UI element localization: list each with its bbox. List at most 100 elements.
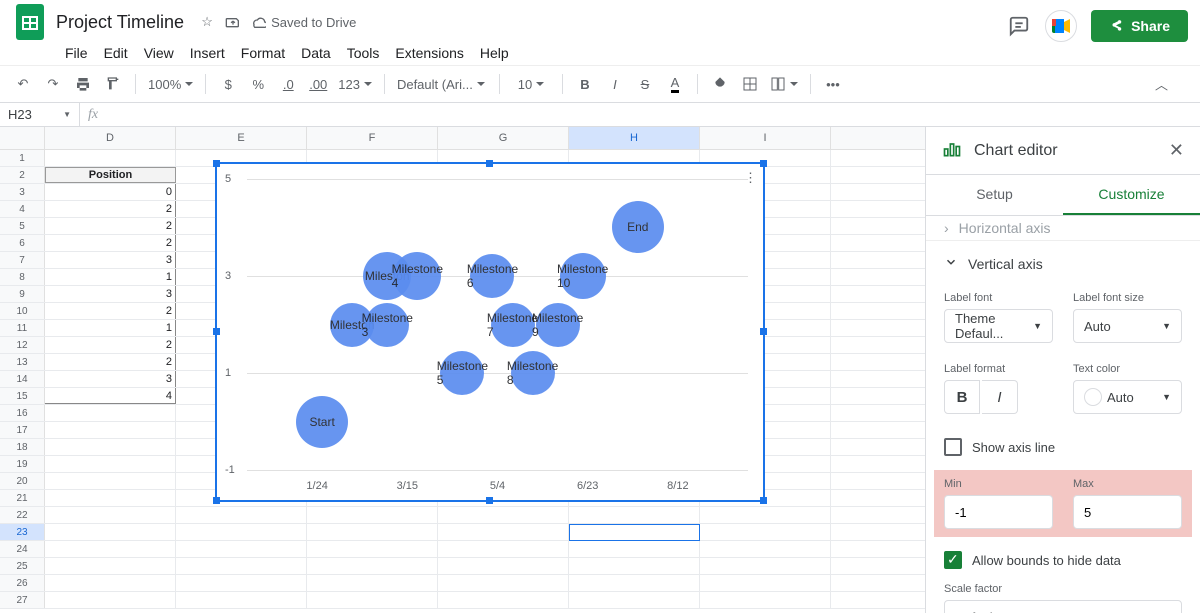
- menu-insert[interactable]: Insert: [183, 42, 232, 64]
- italic-button[interactable]: I: [602, 71, 628, 97]
- star-icon[interactable]: ☆: [198, 13, 216, 31]
- font-select[interactable]: Default (Ari...: [394, 71, 490, 97]
- chart-bubble[interactable]: Milestone 7: [491, 303, 535, 347]
- chart-bubble[interactable]: Milestone 10: [560, 253, 606, 299]
- menu-file[interactable]: File: [58, 42, 95, 64]
- strike-button[interactable]: S: [632, 71, 658, 97]
- cell-D1[interactable]: [45, 150, 176, 166]
- row-header-1[interactable]: 1: [0, 150, 45, 166]
- namebox[interactable]: H23▼: [0, 103, 80, 126]
- cell-D11[interactable]: 1: [45, 320, 176, 336]
- cell-D2[interactable]: Position: [45, 167, 176, 183]
- cell-E25[interactable]: [176, 558, 307, 574]
- cell-H24[interactable]: [569, 541, 700, 557]
- row-header-14[interactable]: 14: [0, 371, 45, 387]
- chart-bubble[interactable]: Milestone 5: [440, 351, 484, 395]
- cell-D20[interactable]: [45, 473, 176, 489]
- cell-D12[interactable]: 2: [45, 337, 176, 353]
- cell-I26[interactable]: [700, 575, 831, 591]
- scale-factor-select[interactable]: Default▼: [944, 600, 1182, 613]
- cell-G27[interactable]: [438, 592, 569, 608]
- cell-D25[interactable]: [45, 558, 176, 574]
- cell-H25[interactable]: [569, 558, 700, 574]
- cell-G25[interactable]: [438, 558, 569, 574]
- row-header-26[interactable]: 26: [0, 575, 45, 591]
- comment-history-icon[interactable]: [1007, 14, 1031, 38]
- cell-E27[interactable]: [176, 592, 307, 608]
- doc-name[interactable]: Project Timeline: [50, 10, 190, 35]
- menu-data[interactable]: Data: [294, 42, 338, 64]
- row-header-12[interactable]: 12: [0, 337, 45, 353]
- close-icon[interactable]: ✕: [1169, 140, 1184, 161]
- cell-F25[interactable]: [307, 558, 438, 574]
- collapse-toolbar-icon[interactable]: ︿: [1155, 75, 1168, 94]
- tab-customize[interactable]: Customize: [1063, 175, 1200, 215]
- row-header-22[interactable]: 22: [0, 507, 45, 523]
- chart-bubble[interactable]: Milestone 8: [511, 351, 555, 395]
- cell-D6[interactable]: 2: [45, 235, 176, 251]
- allow-bounds-checkbox[interactable]: Allow bounds to hide data: [926, 541, 1200, 579]
- meet-icon[interactable]: [1045, 10, 1077, 42]
- row-header-13[interactable]: 13: [0, 354, 45, 370]
- row-header-7[interactable]: 7: [0, 252, 45, 268]
- row-header-9[interactable]: 9: [0, 286, 45, 302]
- redo-button[interactable]: ↷: [40, 71, 66, 97]
- cell-D21[interactable]: [45, 490, 176, 506]
- spreadsheet-grid[interactable]: DEFGHI 12Position30425262738193102111122…: [0, 127, 925, 613]
- cell-E24[interactable]: [176, 541, 307, 557]
- cell-D3[interactable]: 0: [45, 184, 176, 200]
- cell-D26[interactable]: [45, 575, 176, 591]
- cell-I24[interactable]: [700, 541, 831, 557]
- row-header-8[interactable]: 8: [0, 269, 45, 285]
- menu-extensions[interactable]: Extensions: [388, 42, 470, 64]
- row-header-3[interactable]: 3: [0, 184, 45, 200]
- cell-D16[interactable]: [45, 405, 176, 421]
- row-header-16[interactable]: 16: [0, 405, 45, 421]
- cell-E26[interactable]: [176, 575, 307, 591]
- paint-format-button[interactable]: [100, 71, 126, 97]
- share-button[interactable]: Share: [1091, 10, 1188, 42]
- number-format-select[interactable]: 123: [335, 71, 375, 97]
- cell-F23[interactable]: [307, 524, 438, 540]
- cell-D17[interactable]: [45, 422, 176, 438]
- cell-D15[interactable]: 4: [45, 388, 176, 404]
- cell-D24[interactable]: [45, 541, 176, 557]
- row-header-27[interactable]: 27: [0, 592, 45, 608]
- section-vertical-axis[interactable]: Vertical axis: [926, 241, 1200, 286]
- chart-bubble[interactable]: Milestone 6: [470, 254, 514, 298]
- col-header-G[interactable]: G: [438, 127, 569, 149]
- cell-F26[interactable]: [307, 575, 438, 591]
- row-header-25[interactable]: 25: [0, 558, 45, 574]
- menu-view[interactable]: View: [137, 42, 181, 64]
- cell-F22[interactable]: [307, 507, 438, 523]
- cell-G24[interactable]: [438, 541, 569, 557]
- cell-E23[interactable]: [176, 524, 307, 540]
- chart-bubble[interactable]: End: [612, 201, 664, 253]
- text-color-select[interactable]: Auto▼: [1073, 380, 1182, 414]
- cell-D5[interactable]: 2: [45, 218, 176, 234]
- cell-D23[interactable]: [45, 524, 176, 540]
- row-header-24[interactable]: 24: [0, 541, 45, 557]
- col-header-D[interactable]: D: [45, 127, 176, 149]
- col-header-F[interactable]: F: [307, 127, 438, 149]
- cell-D27[interactable]: [45, 592, 176, 608]
- row-header-5[interactable]: 5: [0, 218, 45, 234]
- row-header-11[interactable]: 11: [0, 320, 45, 336]
- zoom-select[interactable]: 100%: [145, 71, 196, 97]
- cell-F24[interactable]: [307, 541, 438, 557]
- cell-H26[interactable]: [569, 575, 700, 591]
- chart-object[interactable]: ⋮ -11351/243/155/46/238/12StartMilestonM…: [215, 162, 765, 502]
- row-header-6[interactable]: 6: [0, 235, 45, 251]
- font-size-select[interactable]: 10: [509, 71, 553, 97]
- italic-toggle[interactable]: I: [982, 380, 1018, 414]
- cell-H22[interactable]: [569, 507, 700, 523]
- cell-I22[interactable]: [700, 507, 831, 523]
- cell-D8[interactable]: 1: [45, 269, 176, 285]
- percent-button[interactable]: %: [245, 71, 271, 97]
- chart-bubble[interactable]: Start: [296, 396, 348, 448]
- cell-D10[interactable]: 2: [45, 303, 176, 319]
- cell-G23[interactable]: [438, 524, 569, 540]
- max-input[interactable]: [1073, 495, 1182, 529]
- cell-D9[interactable]: 3: [45, 286, 176, 302]
- cell-D18[interactable]: [45, 439, 176, 455]
